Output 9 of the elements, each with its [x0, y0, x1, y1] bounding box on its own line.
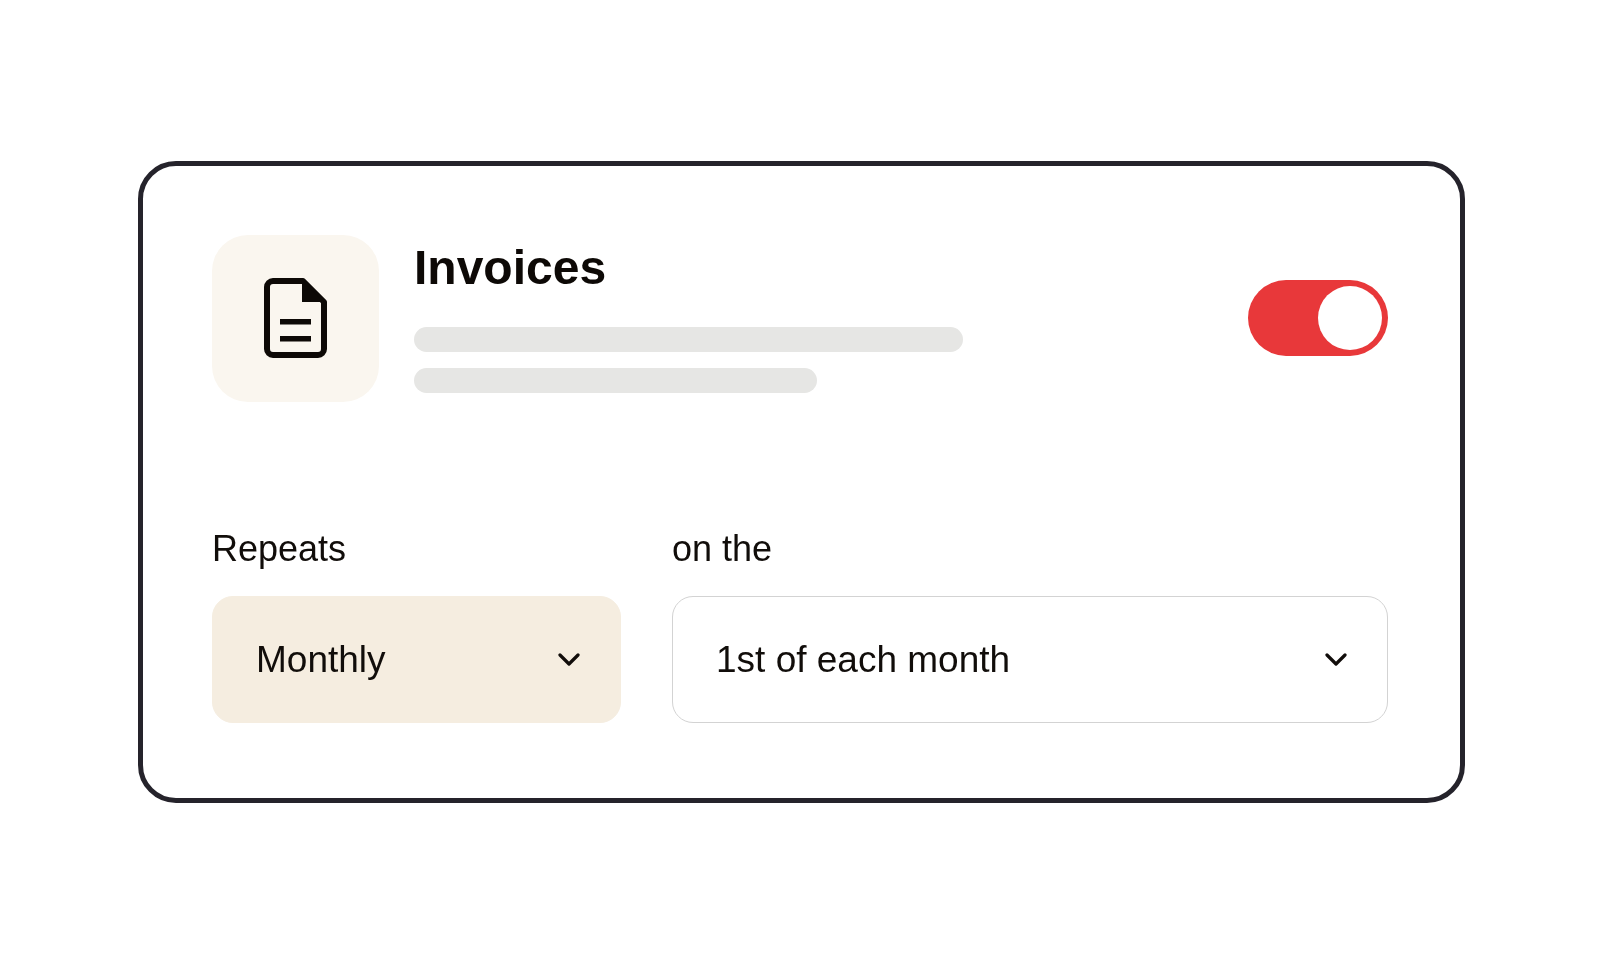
chevron-down-icon — [1325, 653, 1347, 667]
toggle-knob[interactable] — [1318, 286, 1382, 351]
card-title: Invoices — [414, 243, 608, 292]
chevron-down-icon — [558, 653, 580, 667]
dropdown-select[interactable]: 1st of each month — [672, 596, 1388, 724]
field-label: Repeats — [212, 526, 348, 571]
dropdown-select[interactable]: Monthly — [212, 596, 621, 724]
document-icon — [212, 234, 379, 402]
field-label: on the — [672, 526, 774, 571]
